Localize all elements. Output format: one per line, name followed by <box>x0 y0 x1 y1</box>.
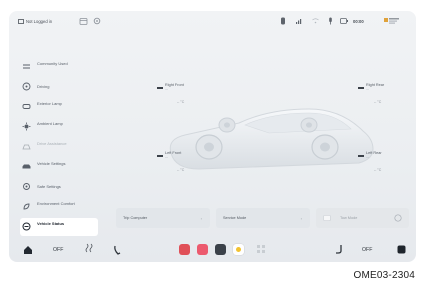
wifi-icon <box>312 18 319 24</box>
settings-icon[interactable] <box>93 17 101 25</box>
sidebar-item-environment-comfort[interactable]: Environment Comfort <box>20 198 98 216</box>
figure-code: OME03-2304 <box>353 270 415 281</box>
tire-value: -- °C <box>177 168 185 172</box>
battery-icon <box>340 18 348 24</box>
sidebar-item-driving[interactable]: Driving <box>20 78 98 96</box>
app-grid-icon[interactable] <box>256 244 266 255</box>
app-navigation-icon[interactable] <box>233 244 244 255</box>
app-camera-icon[interactable] <box>215 244 226 255</box>
info-icon[interactable] <box>394 214 402 222</box>
app-media-icon[interactable] <box>179 244 190 255</box>
home-icon[interactable] <box>23 245 33 255</box>
left-seat-heat-icon[interactable] <box>85 243 93 255</box>
tow-mode-toggle[interactable]: Tow Mode <box>316 208 409 228</box>
card-label: Service Mode <box>223 216 247 220</box>
tire-unit: — <box>366 155 369 159</box>
card-label: Tow Mode <box>340 216 358 220</box>
exterior-lamp-icon <box>22 104 31 109</box>
tire-unit: — <box>165 87 168 91</box>
sidebar-item-community-used[interactable]: Community Used <box>20 58 98 76</box>
checkbox-icon <box>323 215 331 221</box>
tire-indicator <box>358 155 364 157</box>
login-icon <box>18 19 24 24</box>
service-mode-button[interactable]: Service Mode › <box>216 208 310 228</box>
sidebar-item-drive-assistance[interactable]: Drive Assistance <box>20 138 98 156</box>
brand-logo <box>384 18 399 24</box>
tire-value: -- °C <box>374 168 382 172</box>
sidebar-item-label: Driving <box>37 84 50 89</box>
sidebar-item-label: Vehicle Status <box>37 221 65 226</box>
comfort-icon <box>23 203 30 210</box>
signal-icon <box>296 19 302 24</box>
sidebar-item-label: Vehicle Settings <box>37 161 66 166</box>
login-status[interactable]: Not Logged in <box>26 19 52 24</box>
infotainment-screen: Not Logged in 00:00 Community Used Drivi… <box>9 11 416 262</box>
tire-indicator <box>157 155 163 157</box>
tire-value: -- °C <box>374 100 382 104</box>
sidebar-item-exterior-lamp[interactable]: Exterior Lamp <box>20 98 98 116</box>
sidebar-item-label: Community Used <box>37 61 68 66</box>
clock: 00:00 <box>353 19 364 24</box>
sidebar-item-ambient-lamp[interactable]: Ambient Lamp <box>20 118 98 136</box>
steering-wheel-icon <box>22 82 31 91</box>
sidebar-item-label: Safe Settings <box>37 184 61 189</box>
chevron-right-icon: › <box>300 216 302 221</box>
sidebar-item-safe-settings[interactable]: Safe Settings <box>20 178 98 196</box>
left-temp-value[interactable]: OFF <box>53 247 63 253</box>
vehicle-illustration <box>169 108 374 170</box>
sidebar-item-vehicle-status[interactable]: Vehicle Status <box>20 218 98 236</box>
sidebar-item-label: Exterior Lamp <box>37 101 62 106</box>
car-icon <box>22 164 31 169</box>
ambient-lamp-icon <box>22 122 31 131</box>
bluetooth-icon <box>281 17 285 25</box>
status-bar: Not Logged in 00:00 <box>9 11 416 35</box>
microphone-icon <box>329 17 332 25</box>
power-icon[interactable] <box>397 245 406 254</box>
tire-value: -- °C <box>177 100 185 104</box>
bottom-dock: OFF OFF <box>9 240 416 262</box>
vehicle-status-icon <box>22 222 31 231</box>
calendar-icon[interactable] <box>79 17 88 25</box>
card-label: Trip Computer <box>123 216 148 220</box>
safe-icon <box>23 183 30 190</box>
community-icon <box>23 64 30 69</box>
app-radio-icon[interactable] <box>197 244 208 255</box>
sidebar-item-label: Environment Comfort <box>37 201 75 206</box>
phone-icon[interactable] <box>113 245 121 255</box>
chevron-right-icon: › <box>200 216 202 221</box>
tire-unit: — <box>366 87 369 91</box>
right-temp-value[interactable]: OFF <box>362 247 372 253</box>
trip-computer-button[interactable]: Trip Computer › <box>116 208 210 228</box>
sidebar-item-vehicle-settings[interactable]: Vehicle Settings <box>20 158 98 176</box>
tire-indicator <box>157 87 163 89</box>
tire-unit: — <box>165 155 168 159</box>
tire-indicator <box>358 87 364 89</box>
drive-assist-icon <box>22 144 31 150</box>
sidebar-item-label: Ambient Lamp <box>37 121 63 126</box>
sidebar-item-label: Drive Assistance <box>37 141 67 146</box>
right-seat-icon[interactable] <box>335 244 344 255</box>
